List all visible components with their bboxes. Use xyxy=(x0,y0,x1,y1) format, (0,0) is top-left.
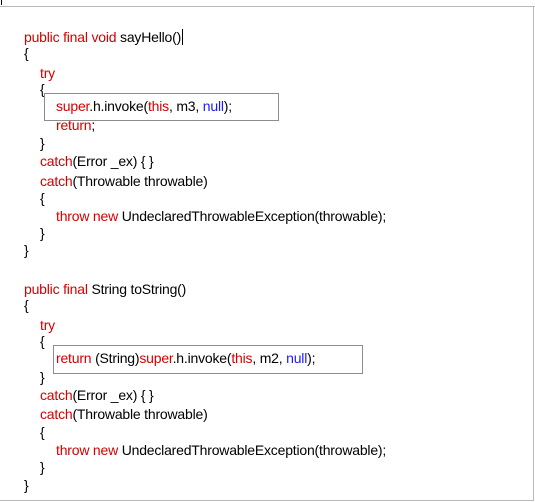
brace-close: } xyxy=(40,459,45,475)
code-text: .h.invoke( xyxy=(172,350,232,366)
code-text: UndeclaredThrowableException(throwable); xyxy=(121,208,387,224)
catch-keyword: catch xyxy=(40,173,73,189)
brace-open: { xyxy=(40,190,45,206)
super-keyword: super xyxy=(139,350,173,366)
code-text: (Error _ex) { } xyxy=(72,153,154,169)
catch-throwable-line: catch(Throwable throwable) xyxy=(40,404,208,424)
catch-error-line: catch(Error _ex) { } xyxy=(40,385,154,405)
brace-close: } xyxy=(24,242,29,258)
corner-tick xyxy=(1,0,2,5)
code-text: (Error _ex) { } xyxy=(72,387,154,403)
code-text: ; xyxy=(91,117,96,133)
null-literal: null xyxy=(202,98,224,114)
keyword: public final xyxy=(24,281,92,297)
brace-open: { xyxy=(24,45,29,61)
code-text: UndeclaredThrowableException(throwable); xyxy=(121,442,387,458)
method-signature-tostring: public final String toString() xyxy=(24,279,186,299)
return-keyword: return xyxy=(56,117,92,133)
code-text: ); xyxy=(307,350,316,366)
return-keyword: return xyxy=(56,350,96,366)
throw-line: throw new UndeclaredThrowableException(t… xyxy=(56,206,386,226)
brace-open: { xyxy=(24,297,29,313)
code-text: , m3, xyxy=(168,98,203,114)
catch-keyword: catch xyxy=(40,387,73,403)
code-text: , m2, xyxy=(252,350,287,366)
catch-error-line: catch(Error _ex) { } xyxy=(40,151,154,171)
brace-close: } xyxy=(40,369,45,385)
text-caret xyxy=(182,29,184,45)
method-name: String toString() xyxy=(91,281,187,297)
catch-keyword: catch xyxy=(40,153,73,169)
throw-keyword: throw new xyxy=(56,442,122,458)
null-literal: null xyxy=(286,350,308,366)
method-signature-sayhello: public final void sayHello() xyxy=(24,27,184,47)
top-border xyxy=(0,0,535,7)
brace-close: } xyxy=(40,225,45,241)
brace-close: } xyxy=(24,477,29,493)
code-editor[interactable]: public final void sayHello() { try { sup… xyxy=(0,7,534,501)
this-keyword: this xyxy=(147,98,169,114)
code-text: (Throwable throwable) xyxy=(72,173,208,189)
keyword: public final void xyxy=(24,29,121,45)
brace-close: } xyxy=(40,135,45,151)
brace-open: { xyxy=(40,333,45,349)
code-text: (String) xyxy=(95,350,140,366)
invoke-line: super.h.invoke(this, m3, null); xyxy=(56,96,232,116)
code-text: ); xyxy=(223,98,232,114)
return-invoke-line: return (String)super.h.invoke(this, m2, … xyxy=(56,348,315,368)
catch-throwable-line: catch(Throwable throwable) xyxy=(40,171,208,191)
code-text: .h.invoke( xyxy=(89,98,148,114)
return-line: return; xyxy=(56,115,95,135)
catch-keyword: catch xyxy=(40,406,73,422)
code-text: (Throwable throwable) xyxy=(72,406,208,422)
super-keyword: super xyxy=(56,98,90,114)
throw-keyword: throw new xyxy=(56,208,122,224)
method-name: sayHello() xyxy=(120,29,182,45)
this-keyword: this xyxy=(231,350,253,366)
brace-open: { xyxy=(40,424,45,440)
throw-line: throw new UndeclaredThrowableException(t… xyxy=(56,440,386,460)
